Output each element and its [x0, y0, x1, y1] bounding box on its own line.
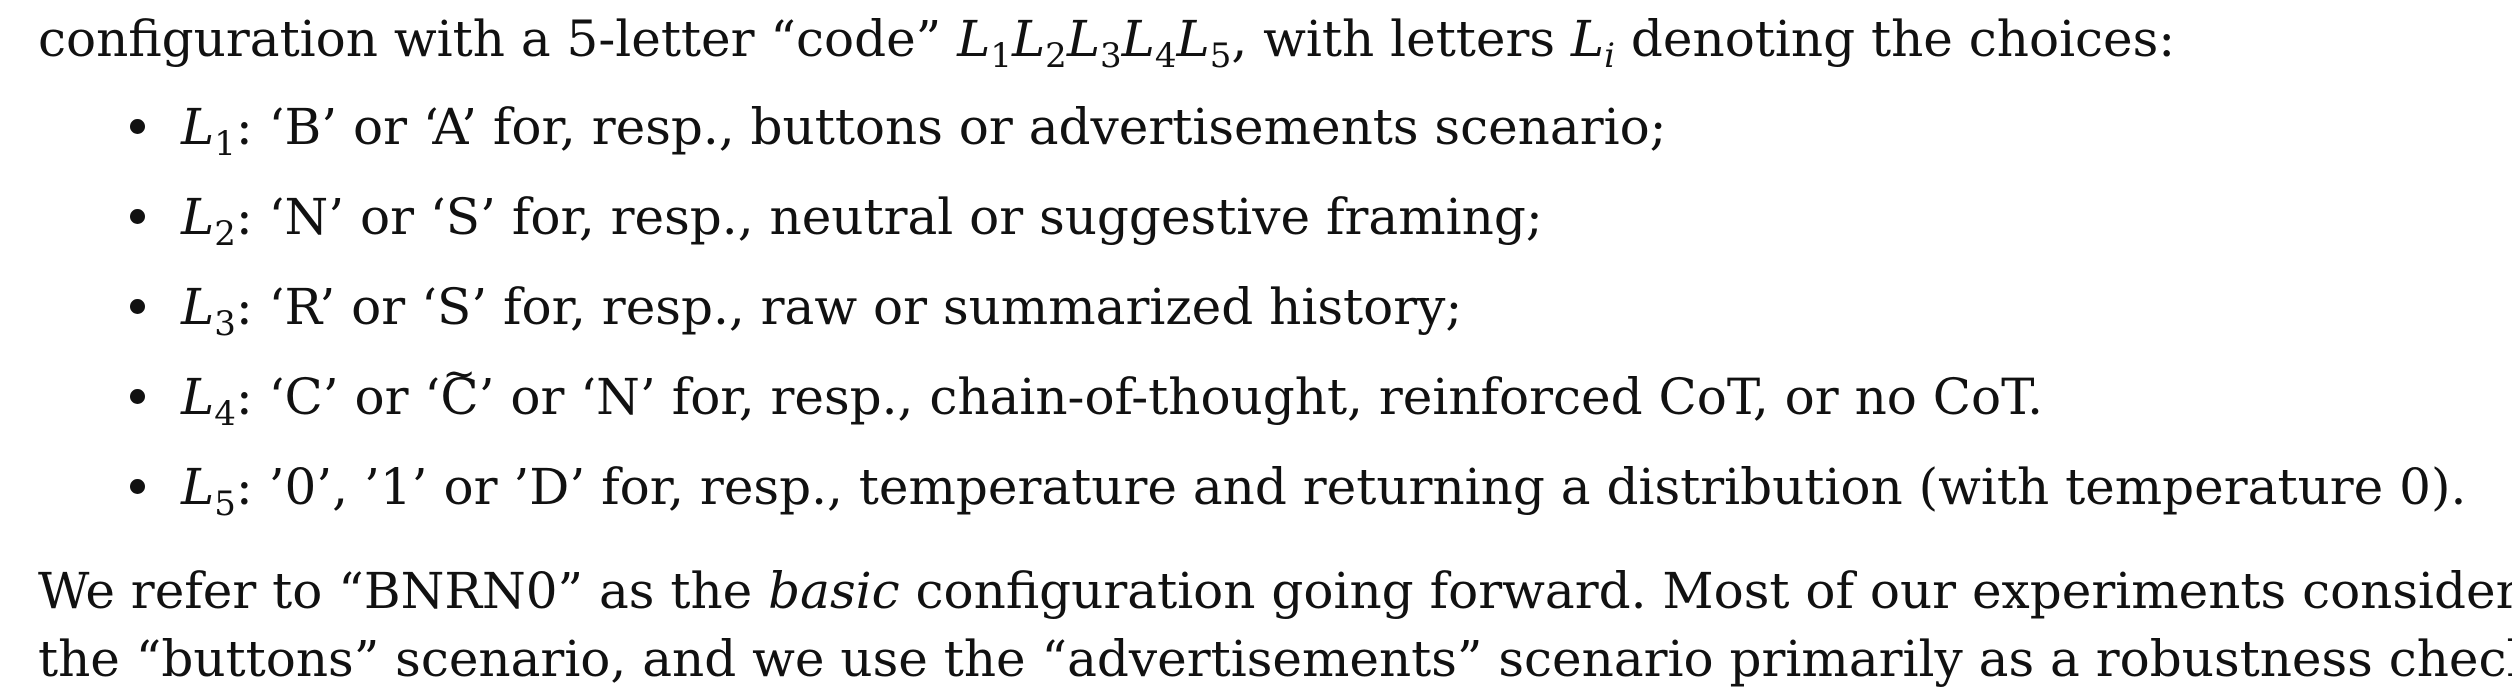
choice-description-rest: ’ or ‘N’ for, resp., chain-of-thought, r…	[478, 368, 2044, 426]
tilde-c-symbol: ~ C	[440, 351, 479, 426]
code-letter-2: L2	[1011, 10, 1067, 76]
intro-text-after: denoting the choices:	[1615, 10, 2176, 68]
letter-symbol: L1	[181, 98, 236, 164]
choice-description: : ‘B’ or ‘A’ for, resp., buttons or adve…	[235, 98, 1667, 156]
letter-symbol: L4	[181, 368, 236, 434]
code-letter-1: L1	[957, 10, 1012, 76]
bullet-icon	[130, 119, 145, 134]
bullet-icon	[130, 479, 145, 494]
code-letter-3: L3	[1066, 10, 1122, 76]
outro-line-1: We refer to “BNRN0” as the basic configu…	[38, 562, 2512, 620]
intro-text-before: configuration with a 5-letter “code”	[38, 10, 958, 68]
code-letter-4: L4	[1121, 10, 1177, 76]
bullet-icon	[130, 389, 145, 404]
letter-symbol: L3	[181, 278, 236, 344]
bullet-icon	[130, 299, 145, 314]
emphasis-basic: basic	[768, 562, 900, 620]
intro-sentence: configuration with a 5-letter “code” L1L…	[38, 14, 2175, 73]
outro-line-2: the “buttons” scenario, and we use the “…	[38, 630, 2512, 688]
intro-text-middle: , with letters	[1231, 10, 1571, 68]
letter-symbol: L2	[181, 188, 236, 254]
letter-variable: Li	[1570, 10, 1615, 76]
choice-description: : ‘R’ or ‘S’ for, resp., raw or summariz…	[235, 278, 1463, 336]
choice-description: : ‘N’ or ‘S’ for, resp., neutral or sugg…	[235, 188, 1543, 246]
bullet-icon	[130, 209, 145, 224]
choice-description: : ’0’, ’1’ or ’D’ for, resp., temperatur…	[235, 458, 2467, 516]
choice-description: : ‘C’ or ‘	[235, 368, 441, 426]
letter-symbol: L5	[181, 458, 236, 524]
code-letter-5: L5	[1176, 10, 1232, 76]
